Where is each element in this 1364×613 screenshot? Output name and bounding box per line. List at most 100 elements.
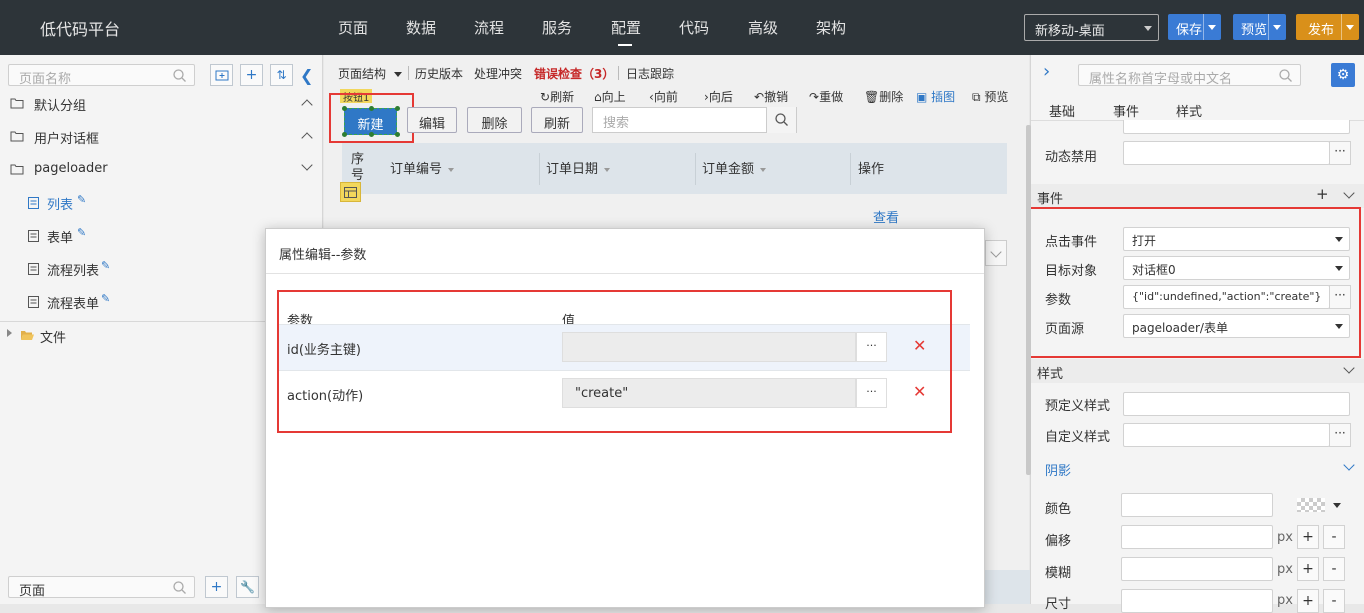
resize-handle[interactable]	[395, 132, 400, 137]
pencil-icon[interactable]: ✎	[77, 226, 86, 239]
col-amount[interactable]: 订单金额	[702, 158, 767, 177]
search-button[interactable]	[766, 107, 796, 133]
col-order-date[interactable]: 订单日期	[546, 158, 611, 177]
tab-styles[interactable]: 样式	[1176, 101, 1202, 120]
params-more-button[interactable]: ···	[1329, 285, 1351, 309]
col-order-no[interactable]: 订单编号	[390, 158, 455, 177]
page-structure-menu[interactable]: 页面结构	[338, 65, 402, 82]
decrement-button[interactable]: -	[1323, 589, 1345, 613]
pencil-icon[interactable]: ✎	[77, 193, 86, 206]
redo-tool[interactable]: ↷重做	[809, 88, 843, 105]
tab-basic[interactable]: 基础	[1049, 101, 1075, 120]
add-page-button[interactable]: +	[240, 64, 263, 86]
sort-button[interactable]: ⇅	[270, 64, 293, 86]
caret-down-icon[interactable]	[1346, 25, 1354, 30]
custom-style-input[interactable]	[1123, 423, 1330, 447]
nav-flow[interactable]: 流程	[474, 17, 504, 38]
table-component-handle[interactable]	[340, 182, 361, 202]
settings-button[interactable]: ⚙	[1331, 63, 1355, 87]
nav-service[interactable]: 服务	[542, 17, 572, 38]
resize-handle[interactable]	[342, 132, 347, 137]
pencil-icon[interactable]: ✎	[101, 292, 110, 305]
caret-right-icon[interactable]	[7, 329, 12, 337]
dynamic-disable-input[interactable]	[1123, 141, 1330, 165]
nav-page[interactable]: 页面	[338, 17, 368, 38]
property-search-input[interactable]: 属性名称首字母或中文名	[1078, 64, 1301, 87]
partial-input[interactable]	[1123, 120, 1350, 134]
resize-handle[interactable]	[342, 106, 347, 111]
nav-advanced[interactable]: 高级	[748, 17, 778, 38]
resize-handle[interactable]	[395, 106, 400, 111]
chevron-right-icon[interactable]: ›	[1043, 61, 1050, 82]
click-event-select[interactable]: 打开	[1123, 227, 1350, 251]
save-button[interactable]: 保存	[1168, 14, 1221, 40]
increment-button[interactable]: +	[1297, 525, 1319, 549]
more-button[interactable]: ···	[1329, 141, 1351, 165]
events-section-header[interactable]: 事件 +	[1031, 184, 1364, 208]
tab-events[interactable]: 事件	[1113, 101, 1139, 120]
undo-tool[interactable]: ↶撤销	[754, 88, 788, 105]
style-section-header[interactable]: 样式	[1031, 359, 1364, 383]
resize-handle[interactable]	[369, 106, 374, 111]
preview-tool[interactable]: ⧉ 预览	[972, 88, 1008, 105]
delete-button[interactable]: 删除	[467, 107, 522, 133]
view-link[interactable]: 查看	[873, 207, 899, 226]
refresh-button[interactable]: 刷新	[531, 107, 583, 133]
tree-group-dialog[interactable]: 用户对话框	[0, 122, 323, 152]
next-tool[interactable]: ›向后	[704, 88, 733, 105]
color-swatch[interactable]	[1297, 498, 1325, 512]
plus-icon[interactable]: +	[1316, 185, 1329, 203]
shadow-offset-input[interactable]	[1121, 525, 1273, 549]
decrement-button[interactable]: -	[1323, 525, 1345, 549]
resize-handle[interactable]	[369, 132, 374, 137]
refresh-tool[interactable]: ↻刷新	[540, 88, 574, 105]
page-size-select[interactable]	[985, 240, 1007, 266]
caret-down-icon[interactable]	[1273, 25, 1281, 30]
snapshot-tool[interactable]: ▣ 插图	[916, 88, 955, 105]
tree-item-list[interactable]: 列表 ✎	[0, 188, 323, 218]
tools-button[interactable]: 🔧	[236, 576, 259, 598]
predefined-style-input[interactable]	[1123, 392, 1350, 416]
tree-group-default[interactable]: 默认分组	[0, 89, 323, 119]
nav-architecture[interactable]: 架构	[816, 17, 846, 38]
params-input[interactable]: {"id":undefined,"action":"create"}	[1123, 285, 1330, 309]
target-select[interactable]: 对话框0	[1123, 256, 1350, 280]
move-up-tool[interactable]: ⌂向上	[594, 88, 626, 105]
page-search-input[interactable]: 页面名称	[8, 64, 195, 87]
pencil-icon[interactable]: ✎	[101, 259, 110, 272]
publish-button[interactable]: 发布	[1296, 14, 1359, 40]
new-button[interactable]: 新建	[344, 108, 397, 135]
device-select[interactable]: 新移动-桌面	[1024, 14, 1159, 41]
caret-down-icon[interactable]	[1333, 503, 1341, 508]
edit-button[interactable]: 编辑	[407, 107, 457, 133]
nav-code[interactable]: 代码	[679, 17, 709, 38]
increment-button[interactable]: +	[1297, 557, 1319, 581]
prev-tool[interactable]: ‹向前	[649, 88, 678, 105]
history-link[interactable]: 历史版本	[415, 65, 463, 82]
new-folder-button[interactable]	[210, 64, 233, 86]
col-seq[interactable]: 序号	[351, 152, 365, 184]
decrement-button[interactable]: -	[1323, 557, 1345, 581]
shadow-section-header[interactable]: 阴影	[1031, 456, 1364, 480]
tree-group-pageloader[interactable]: pageloader	[0, 155, 323, 185]
delete-tool[interactable]: 🗑删除	[864, 88, 903, 105]
bottom-page-input[interactable]: 页面	[8, 576, 195, 599]
error-check-link[interactable]: 错误检查（3）	[534, 65, 614, 82]
custom-style-more-button[interactable]: ···	[1329, 423, 1351, 447]
scrollbar[interactable]	[1026, 125, 1031, 475]
log-trace-link[interactable]: 日志跟踪	[626, 65, 674, 82]
page-source-select[interactable]: pageloader/表单	[1123, 314, 1350, 338]
shadow-size-input[interactable]	[1121, 589, 1273, 613]
conflict-link[interactable]: 处理冲突	[474, 65, 522, 82]
caret-down-icon[interactable]	[1208, 25, 1216, 30]
collapse-left-icon[interactable]: ❮	[300, 66, 313, 85]
pager-strip	[985, 570, 1030, 604]
nav-data[interactable]: 数据	[406, 17, 436, 38]
shadow-blur-input[interactable]	[1121, 557, 1273, 581]
shadow-color-input[interactable]	[1121, 493, 1273, 517]
search-input[interactable]: 搜索	[592, 107, 797, 133]
increment-button[interactable]: +	[1297, 589, 1319, 613]
add-button[interactable]: +	[205, 576, 228, 598]
nav-config[interactable]: 配置	[611, 17, 641, 46]
preview-button[interactable]: 预览	[1233, 14, 1286, 40]
